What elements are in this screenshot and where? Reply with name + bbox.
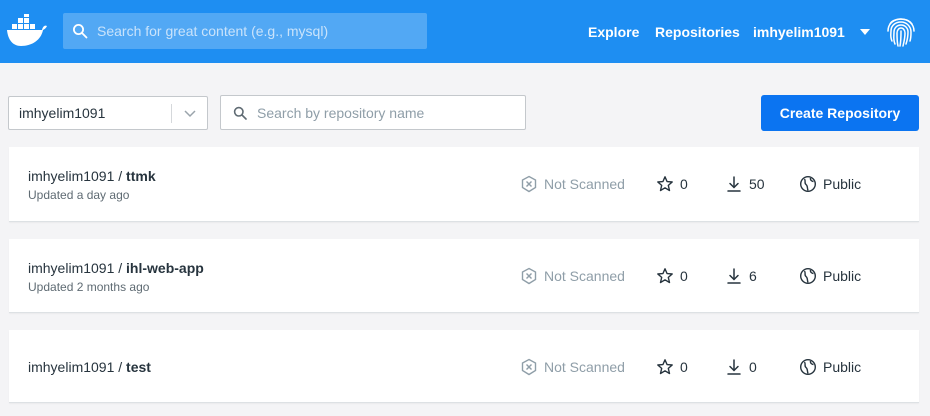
star-count: 0: [656, 175, 688, 193]
visibility-status: Public: [799, 175, 861, 193]
fingerprint-icon[interactable]: [883, 13, 919, 49]
shield-x-icon: [520, 175, 538, 193]
repository-name[interactable]: imhyelim1091 / ttmk: [28, 168, 156, 184]
star-count: 0: [656, 267, 688, 285]
caret-down-icon[interactable]: [860, 29, 870, 35]
repository-list: imhyelim1091 / ttmk Updated a day ago No…: [9, 147, 919, 403]
repository-name[interactable]: imhyelim1091 / test: [28, 359, 151, 375]
pull-count: 0: [725, 358, 757, 376]
shield-x-icon: [520, 267, 538, 285]
select-divider: [171, 104, 172, 123]
search-icon: [233, 106, 247, 120]
create-repository-button[interactable]: Create Repository: [761, 95, 919, 131]
repository-row[interactable]: imhyelim1091 / test Not Scanned 0 0 Publ…: [9, 330, 919, 403]
visibility-status: Public: [799, 358, 861, 376]
repository-name[interactable]: imhyelim1091 / ihl-web-app: [28, 260, 204, 276]
namespace-value: imhyelim1091: [19, 105, 106, 121]
global-search[interactable]: [63, 13, 427, 49]
star-count: 0: [656, 358, 688, 376]
star-icon[interactable]: [656, 358, 674, 376]
repository-updated: Updated 2 months ago: [28, 280, 150, 294]
repository-search-input[interactable]: [257, 96, 517, 129]
download-icon: [725, 267, 743, 285]
globe-icon: [799, 358, 817, 376]
star-icon[interactable]: [656, 175, 674, 193]
pull-count: 6: [725, 267, 757, 285]
scan-status: Not Scanned: [520, 175, 625, 193]
repository-row[interactable]: imhyelim1091 / ihl-web-app Updated 2 mon…: [9, 239, 919, 313]
download-icon: [725, 175, 743, 193]
nav-explore-link[interactable]: Explore: [588, 22, 639, 42]
nav-repositories-link[interactable]: Repositories: [655, 22, 740, 42]
globe-icon: [799, 267, 817, 285]
globe-icon: [799, 175, 817, 193]
star-icon[interactable]: [656, 267, 674, 285]
visibility-status: Public: [799, 267, 861, 285]
download-icon: [725, 358, 743, 376]
search-icon: [73, 24, 88, 39]
namespace-select[interactable]: imhyelim1091: [8, 96, 208, 130]
chevron-down-icon[interactable]: [183, 107, 197, 119]
docker-whale-icon[interactable]: [6, 14, 48, 48]
global-search-input[interactable]: [97, 13, 417, 49]
scan-status: Not Scanned: [520, 358, 625, 376]
pull-count: 50: [725, 175, 765, 193]
repository-search[interactable]: [220, 95, 526, 130]
repository-row[interactable]: imhyelim1091 / ttmk Updated a day ago No…: [9, 147, 919, 222]
top-navbar: Explore Repositories imhyelim1091: [0, 0, 930, 63]
repository-updated: Updated a day ago: [28, 188, 130, 202]
shield-x-icon: [520, 358, 538, 376]
scan-status: Not Scanned: [520, 267, 625, 285]
user-menu[interactable]: imhyelim1091: [753, 22, 845, 42]
